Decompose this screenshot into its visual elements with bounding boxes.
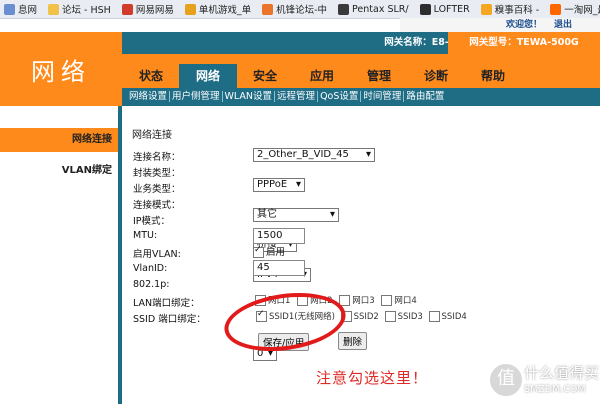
bookmark-item[interactable]: 机锋论坛-中 xyxy=(258,2,334,16)
encap-select[interactable]: PPPoE xyxy=(253,178,305,192)
subtab-routing[interactable]: 路由配置 xyxy=(403,91,447,102)
watermark-brand: 什么值得买 xyxy=(524,364,600,382)
main-tabs: 状态 网络 安全 应用 管理 诊断 帮助 xyxy=(122,54,600,88)
tab-network[interactable]: 网络 xyxy=(179,64,237,88)
watermark-url: SMZDM.COM xyxy=(524,384,586,395)
watermark-logo-icon: 值 xyxy=(488,362,524,398)
page-logo: 网络 xyxy=(0,32,122,106)
ip-mode-label: IP模式： xyxy=(133,216,171,227)
netease-icon xyxy=(121,3,133,15)
checkbox-icon xyxy=(384,311,396,322)
gfan-icon xyxy=(262,3,274,15)
vlan-id-label: VlanID: xyxy=(133,263,168,274)
service-label: 业务类型： xyxy=(133,184,181,195)
bookmark-item[interactable]: 论坛 - HSH xyxy=(44,2,118,16)
sub-tabs: 网络设置 用户侧管理 WLAN设置 远程管理 QoS设置 时间管理 路由配置 xyxy=(122,88,600,106)
logout-link[interactable]: 退出 xyxy=(554,20,572,30)
delete-button[interactable]: 删除 xyxy=(338,332,368,350)
bookmarks-bar: 息网 论坛 - HSH 网易网易 单机游戏_单 机锋论坛-中 Pentax SL… xyxy=(0,0,600,19)
tab-security[interactable]: 安全 xyxy=(236,64,294,88)
bookmark-item[interactable]: 网易网易 xyxy=(118,2,181,16)
ssid-4[interactable]: SSID4 xyxy=(428,311,467,322)
qiushi-icon xyxy=(480,3,492,15)
game-icon xyxy=(184,3,196,15)
mtu-label: MTU: xyxy=(133,230,158,241)
subtab-qos[interactable]: QoS设置 xyxy=(317,91,361,102)
bookmark-item[interactable]: Pentax SLR/ xyxy=(334,3,416,15)
site-icon xyxy=(4,3,15,15)
vlan-enable-checkbox[interactable]: 启用 xyxy=(253,244,285,258)
tab-help[interactable]: 帮助 xyxy=(464,64,522,88)
bookmark-item[interactable]: LOFTER xyxy=(416,3,477,15)
checkbox-icon xyxy=(428,311,440,322)
welcome-bar: 欢迎您！ 退出 xyxy=(400,18,600,32)
checkbox-checked-icon xyxy=(253,245,264,258)
lan-port-4[interactable]: 网口4 xyxy=(381,295,417,306)
conn-mode-label: 连接模式： xyxy=(133,200,181,211)
subtab-time[interactable]: 时间管理 xyxy=(360,91,404,102)
tab-status[interactable]: 状态 xyxy=(122,64,180,88)
bookmark-item[interactable]: 一淘网_最有 xyxy=(546,2,600,16)
encap-label: 封装类型： xyxy=(133,168,181,179)
annotation-text: 注意勾选这里！ xyxy=(316,369,429,387)
welcome-text: 欢迎您！ xyxy=(505,20,542,30)
bookmark-item[interactable]: 单机游戏_单 xyxy=(181,2,258,16)
lofter-icon xyxy=(419,3,431,15)
sidebar-item-network-connection[interactable]: 网络连接 xyxy=(0,128,122,152)
tab-application[interactable]: 应用 xyxy=(293,64,351,88)
ssid-3[interactable]: SSID3 xyxy=(384,311,423,322)
watermark: 值 什么值得买 SMZDM.COM xyxy=(484,360,600,404)
etao-icon xyxy=(550,3,562,15)
pentax-icon xyxy=(338,3,350,15)
vlan-id-input[interactable]: 45 xyxy=(253,260,305,276)
folder-icon xyxy=(48,3,60,15)
conn-name-select[interactable]: 2_Other_B_VID_45 xyxy=(253,148,375,162)
vlan-enable-label: 启用VLAN: xyxy=(133,249,181,260)
8021p-label: 802.1p: xyxy=(133,279,170,290)
subtab-network-settings[interactable]: 网络设置 xyxy=(127,91,169,102)
lan-port-3[interactable]: 网口3 xyxy=(339,295,375,306)
lan-bind-label: LAN端口绑定： xyxy=(133,298,200,309)
bookmark-item[interactable]: 糗事百科 - xyxy=(477,2,546,16)
sidebar: 网络连接 VLAN绑定 xyxy=(0,106,122,404)
bookmark-item[interactable]: 息网 xyxy=(0,2,44,16)
sidebar-item-vlan-binding[interactable]: VLAN绑定 xyxy=(0,160,122,182)
checkbox-icon xyxy=(381,295,393,306)
subtab-user-side[interactable]: 用户侧管理 xyxy=(169,91,222,102)
subtab-wlan[interactable]: WLAN设置 xyxy=(221,91,275,102)
service-select[interactable]: 其它 xyxy=(253,208,339,222)
tab-management[interactable]: 管理 xyxy=(350,64,408,88)
tab-diagnostics[interactable]: 诊断 xyxy=(407,64,465,88)
section-title: 网络连接 xyxy=(132,130,172,141)
header-bar: 网关名称：E8-C 网关型号：TEWA-500G xyxy=(122,32,600,54)
conn-name-label: 连接名称： xyxy=(133,152,181,163)
ssid-2[interactable]: SSID2 xyxy=(340,311,379,322)
subtab-remote[interactable]: 远程管理 xyxy=(274,91,318,102)
gateway-model: 网关型号：TEWA-500G xyxy=(448,32,600,54)
ssid-bind-label: SSID 端口绑定： xyxy=(133,314,206,325)
mtu-input[interactable]: 1500 xyxy=(253,228,305,244)
